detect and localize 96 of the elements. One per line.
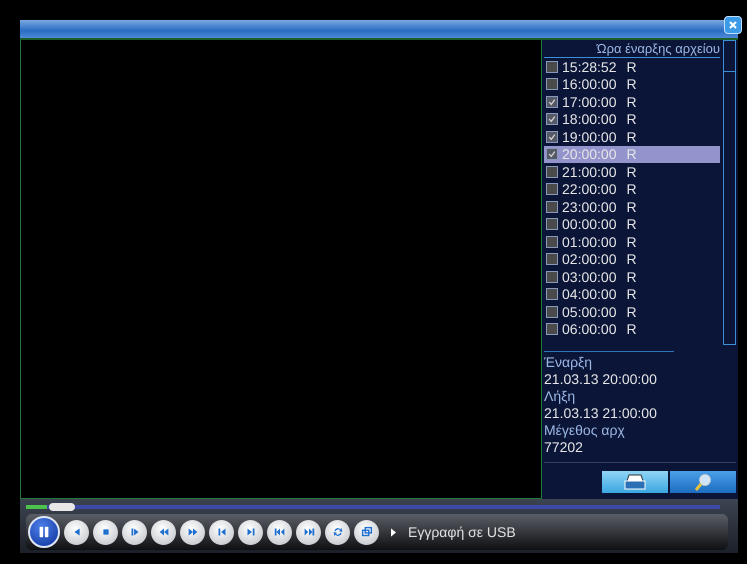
file-row[interactable]: 16:00:00 R bbox=[544, 76, 720, 93]
file-time: 22:00:00 bbox=[562, 181, 616, 198]
file-row[interactable]: 21:00:00 R bbox=[544, 163, 720, 180]
column-header: Ώρα έναρξης αρχείου bbox=[544, 40, 720, 58]
file-row[interactable]: 18:00:00 R bbox=[544, 110, 720, 128]
pause-button[interactable] bbox=[28, 516, 60, 548]
file-row[interactable]: 01:00:00 R bbox=[544, 233, 720, 250]
file-type: R bbox=[626, 181, 637, 198]
pause-icon bbox=[37, 525, 51, 539]
checkbox[interactable] bbox=[546, 253, 558, 266]
info-value: 21.03.13 20:00:00 bbox=[544, 371, 658, 388]
file-time: 05:00:00 bbox=[562, 304, 616, 320]
playback-button[interactable] bbox=[93, 520, 118, 544]
file-row[interactable]: 05:00:00 R bbox=[544, 303, 720, 320]
file-type: R bbox=[626, 251, 637, 268]
close-button[interactable] bbox=[724, 16, 742, 34]
playback-button[interactable] bbox=[296, 520, 321, 544]
file-time: 20:00:00 bbox=[562, 146, 616, 162]
checkbox[interactable] bbox=[546, 96, 558, 108]
playback-button[interactable] bbox=[64, 520, 89, 544]
scrollbar[interactable] bbox=[723, 40, 736, 345]
file-row[interactable]: 17:00:00 R bbox=[544, 93, 720, 110]
playback-button[interactable] bbox=[238, 520, 263, 544]
backup-button[interactable] bbox=[602, 471, 668, 493]
file-type: R bbox=[626, 234, 637, 250]
checkbox[interactable] bbox=[546, 270, 558, 283]
file-row[interactable]: 06:00:00 R bbox=[544, 320, 720, 338]
file-time: 23:00:00 bbox=[562, 198, 616, 215]
progress-track[interactable] bbox=[26, 505, 720, 509]
playback-button[interactable] bbox=[209, 520, 234, 544]
checkbox[interactable] bbox=[546, 148, 558, 160]
file-type: R bbox=[626, 216, 637, 232]
file-type: R bbox=[626, 268, 637, 285]
repeat-icon bbox=[330, 525, 344, 539]
file-time: 21:00:00 bbox=[562, 164, 616, 180]
file-type: R bbox=[626, 164, 637, 180]
file-row[interactable]: 04:00:00 R bbox=[544, 286, 720, 303]
file-type: R bbox=[626, 198, 637, 215]
checkbox[interactable] bbox=[546, 218, 558, 230]
checkbox[interactable] bbox=[546, 166, 558, 178]
status-text: Εγγραφή σε USB bbox=[408, 524, 516, 540]
info-label: Έναρξη bbox=[544, 354, 594, 371]
file-row[interactable]: 19:00:00 R bbox=[544, 128, 720, 146]
file-time: 16:00:00 bbox=[562, 76, 616, 92]
file-row[interactable]: 02:00:00 R bbox=[544, 250, 720, 268]
checkbox[interactable] bbox=[546, 200, 558, 213]
file-time: 17:00:00 bbox=[562, 94, 616, 110]
drive-icon bbox=[623, 474, 647, 490]
file-type: R bbox=[626, 146, 637, 162]
file-row[interactable]: 23:00:00 R bbox=[544, 198, 720, 216]
file-time: 04:00:00 bbox=[562, 286, 616, 302]
checkbox[interactable] bbox=[546, 323, 558, 336]
checkbox[interactable] bbox=[546, 183, 558, 196]
file-type: R bbox=[626, 286, 637, 302]
file-type: R bbox=[626, 76, 637, 92]
arrow-icon bbox=[391, 528, 396, 536]
playback-button[interactable] bbox=[325, 520, 350, 544]
checkbox[interactable] bbox=[546, 130, 558, 143]
file-row[interactable]: 22:00:00 R bbox=[544, 180, 720, 198]
info-value: 21.03.13 21:00:00 bbox=[544, 405, 658, 422]
file-time: 00:00:00 bbox=[562, 216, 616, 232]
file-row[interactable]: 15:28:52 R bbox=[544, 58, 720, 76]
file-type: R bbox=[626, 304, 637, 320]
checkbox[interactable] bbox=[546, 78, 558, 90]
file-type: R bbox=[626, 94, 637, 110]
checkbox[interactable] bbox=[546, 236, 558, 248]
file-time: 06:00:00 bbox=[562, 321, 616, 338]
playback-button[interactable] bbox=[151, 520, 176, 544]
playback-button[interactable] bbox=[267, 520, 292, 544]
file-type: R bbox=[626, 111, 637, 128]
checkbox[interactable] bbox=[546, 60, 558, 73]
info-label: Μέγεθος αρχ bbox=[544, 422, 626, 439]
playback-button[interactable] bbox=[354, 520, 379, 544]
playback-button[interactable] bbox=[180, 520, 205, 544]
file-row[interactable]: 00:00:00 R bbox=[544, 216, 720, 233]
file-time: 03:00:00 bbox=[562, 268, 616, 285]
checkbox[interactable] bbox=[546, 306, 558, 318]
progress-handle[interactable] bbox=[48, 503, 75, 511]
search-button[interactable] bbox=[670, 471, 736, 493]
file-type: R bbox=[626, 321, 637, 338]
file-type: R bbox=[626, 128, 637, 145]
close-icon bbox=[728, 20, 738, 30]
file-type: R bbox=[626, 58, 637, 75]
info-value: 77202 bbox=[544, 439, 584, 456]
checkbox[interactable] bbox=[546, 113, 558, 126]
file-row[interactable]: 03:00:00 R bbox=[544, 268, 720, 286]
file-time: 18:00:00 bbox=[562, 111, 616, 128]
search-icon bbox=[693, 472, 713, 492]
file-time: 01:00:00 bbox=[562, 234, 616, 250]
file-time: 15:28:52 bbox=[562, 58, 616, 75]
info-label: Λήξη bbox=[544, 388, 576, 405]
playback-button[interactable] bbox=[122, 520, 147, 544]
checkbox[interactable] bbox=[546, 288, 558, 300]
window-icon bbox=[360, 525, 374, 539]
file-time: 02:00:00 bbox=[562, 251, 616, 268]
file-time: 19:00:00 bbox=[562, 128, 616, 145]
